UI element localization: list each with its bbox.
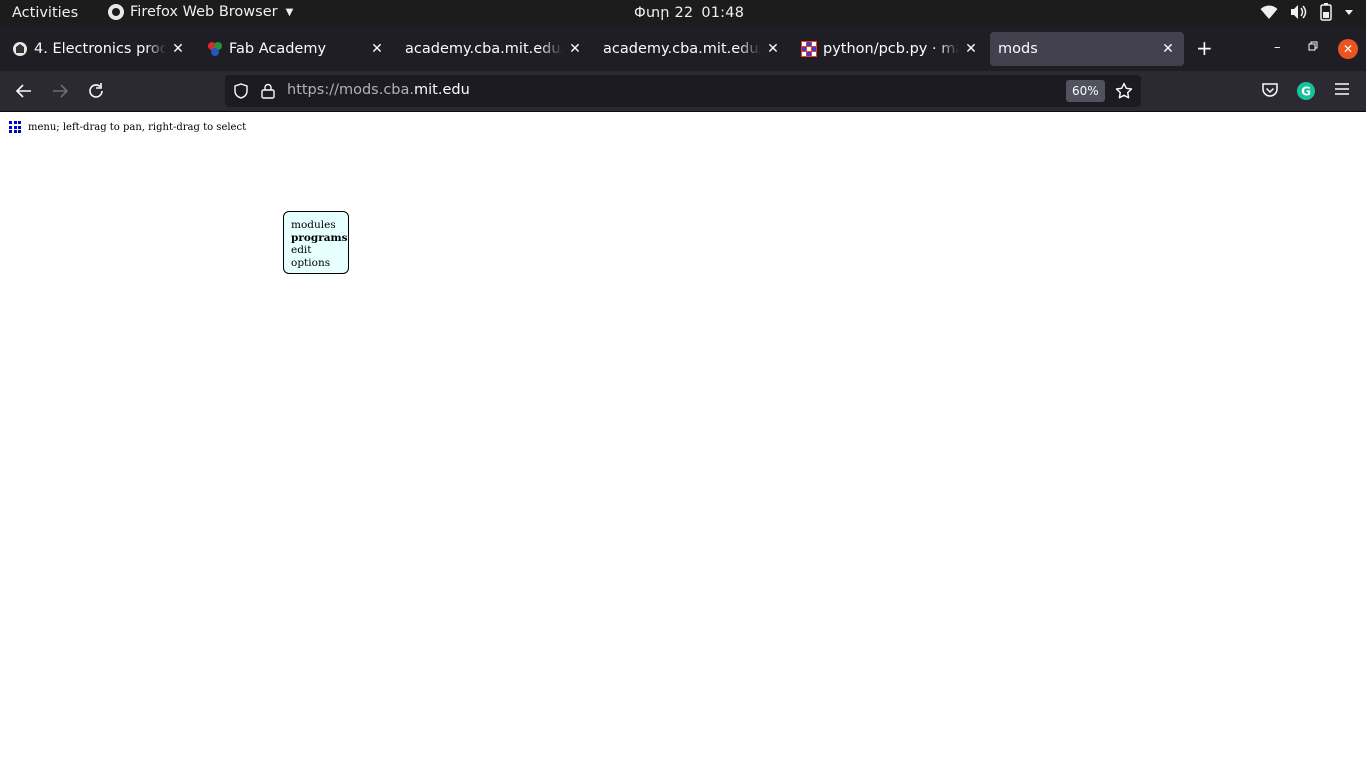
caret-down-icon: ▼ bbox=[285, 6, 294, 18]
hamburger-menu-icon bbox=[1335, 83, 1349, 95]
tab-academy-cba-2[interactable]: academy.cba.mit.edu/cla ✕ bbox=[597, 32, 787, 66]
url-scheme-subdomain: https://mods.cba. bbox=[287, 82, 415, 98]
volume-icon bbox=[1290, 4, 1308, 20]
tab-mods[interactable]: mods ✕ bbox=[990, 32, 1184, 66]
tab-title: mods bbox=[998, 41, 1038, 57]
app-menu[interactable]: Firefox Web Browser ▼ bbox=[108, 4, 293, 20]
tab-pcb-py[interactable]: python/pcb.py · master ✕ bbox=[795, 32, 985, 66]
menu-item-modules[interactable]: modules bbox=[291, 219, 348, 232]
activities-button[interactable]: Activities bbox=[12, 5, 78, 21]
tab-electronics-production[interactable]: 4. Electronics producti ✕ bbox=[6, 32, 192, 66]
lock-icon[interactable] bbox=[261, 83, 275, 103]
system-menu-caret-icon bbox=[1344, 7, 1354, 17]
address-bar[interactable]: https://mods.cba.mit.edu 60% bbox=[225, 75, 1141, 107]
back-button[interactable] bbox=[14, 81, 34, 101]
fab-academy-logo-icon bbox=[207, 41, 223, 57]
tab-academy-cba-1[interactable]: academy.cba.mit.edu/cla ✕ bbox=[399, 32, 589, 66]
system-top-bar: Activities Firefox Web Browser ▼ Փտր 22 0… bbox=[0, 0, 1366, 27]
reload-icon bbox=[89, 83, 103, 98]
close-tab-icon[interactable]: ✕ bbox=[567, 41, 583, 57]
tab-title: academy.cba.mit.edu/cla bbox=[405, 41, 563, 57]
fab-avatar-icon bbox=[12, 41, 28, 57]
wifi-icon bbox=[1260, 4, 1278, 20]
tab-fab-academy[interactable]: Fab Academy ✕ bbox=[201, 32, 391, 66]
close-tab-icon[interactable]: ✕ bbox=[369, 41, 385, 57]
menu-item-edit[interactable]: edit bbox=[291, 244, 348, 257]
minimize-window-button[interactable]: – bbox=[1274, 40, 1281, 55]
forward-button[interactable] bbox=[50, 81, 70, 101]
tab-title: python/pcb.py · master bbox=[823, 41, 959, 57]
svg-text:G: G bbox=[1301, 85, 1311, 99]
arrow-right-icon bbox=[53, 84, 69, 98]
grammarly-extension-button[interactable]: G bbox=[1296, 81, 1316, 105]
page-content[interactable]: menu; left-drag to pan, right-drag to se… bbox=[0, 112, 1366, 768]
battery-icon bbox=[1320, 3, 1332, 21]
tab-title: Fab Academy bbox=[229, 41, 327, 57]
url-host: mit.edu bbox=[414, 82, 470, 98]
menu-item-programs[interactable]: programs bbox=[291, 232, 348, 245]
mods-hint: menu; left-drag to pan, right-drag to se… bbox=[9, 121, 246, 133]
app-menu-label: Firefox Web Browser bbox=[130, 4, 278, 20]
app-menu-button[interactable] bbox=[1334, 81, 1350, 101]
clock-time: 01:48 bbox=[701, 5, 745, 21]
navigation-toolbar: https://mods.cba.mit.edu 60% G bbox=[0, 71, 1366, 112]
clock[interactable]: Փտր 22 01:48 bbox=[634, 5, 744, 21]
tab-title: academy.cba.mit.edu/cla bbox=[603, 41, 761, 57]
grid-favicon-icon bbox=[801, 41, 817, 57]
menu-grid-icon[interactable] bbox=[9, 121, 21, 133]
close-tab-icon[interactable]: ✕ bbox=[1160, 41, 1176, 57]
close-tab-icon[interactable]: ✕ bbox=[963, 41, 979, 57]
restore-icon bbox=[1308, 41, 1318, 51]
arrow-left-icon bbox=[15, 84, 31, 98]
bookmark-star-icon[interactable] bbox=[1115, 82, 1133, 104]
firefox-icon bbox=[108, 4, 124, 20]
zoom-level-button[interactable]: 60% bbox=[1066, 80, 1105, 102]
close-tab-icon[interactable]: ✕ bbox=[765, 41, 781, 57]
pocket-icon bbox=[1262, 83, 1278, 97]
reload-button[interactable] bbox=[86, 81, 106, 101]
hint-text: menu; left-drag to pan, right-drag to se… bbox=[28, 121, 247, 133]
grammarly-icon: G bbox=[1297, 82, 1315, 100]
tab-title: 4. Electronics producti bbox=[34, 41, 166, 57]
mods-main-menu: modules programs edit options bbox=[283, 211, 349, 274]
tab-strip: 4. Electronics producti ✕ Fab Academy ✕ … bbox=[0, 27, 1366, 71]
url-text[interactable]: https://mods.cba.mit.edu bbox=[287, 82, 470, 98]
close-tab-icon[interactable]: ✕ bbox=[170, 41, 186, 57]
new-tab-button[interactable]: + bbox=[1196, 37, 1213, 59]
close-window-button[interactable]: ✕ bbox=[1338, 39, 1358, 59]
restore-window-button[interactable] bbox=[1308, 40, 1318, 55]
clock-date: Փտր 22 bbox=[634, 5, 694, 21]
pocket-button[interactable] bbox=[1261, 81, 1279, 103]
menu-item-options[interactable]: options bbox=[291, 257, 348, 270]
system-tray[interactable] bbox=[1260, 3, 1354, 21]
tracking-protection-shield-icon[interactable] bbox=[233, 83, 249, 103]
